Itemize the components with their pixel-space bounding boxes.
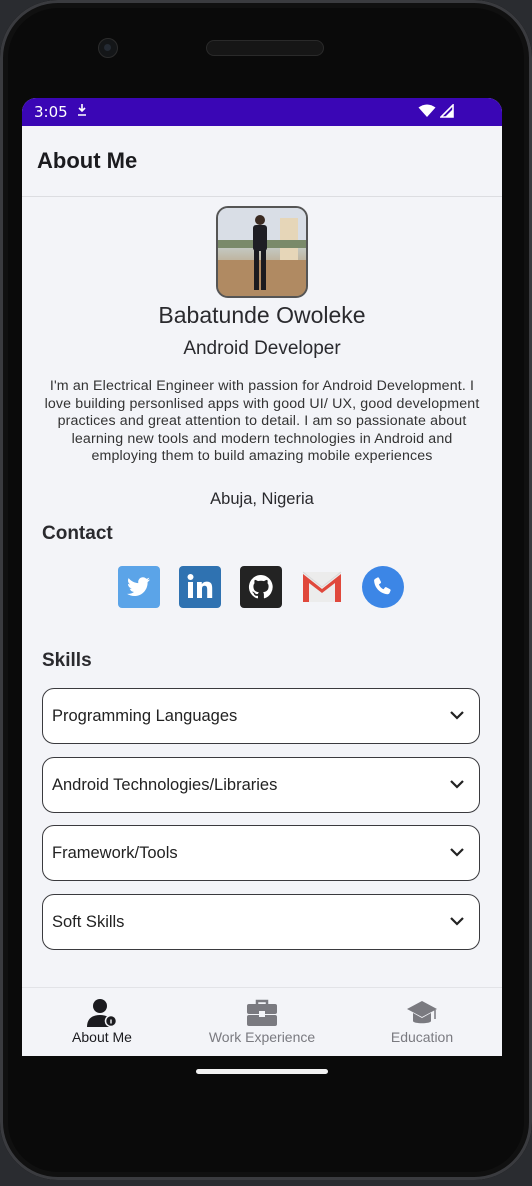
skill-label: Android Technologies/Libraries (52, 775, 278, 794)
phone-icon[interactable] (362, 566, 404, 608)
skill-soft-skills[interactable]: Soft Skills (42, 894, 480, 950)
profile-role: Android Developer (183, 338, 341, 359)
earpiece-speaker (206, 40, 324, 56)
front-camera (98, 38, 118, 58)
page-title: About Me (37, 148, 138, 173)
profile-bio: I'm an Electrical Engineer with passion … (44, 378, 480, 464)
skill-label: Framework/Tools (52, 843, 178, 862)
status-time: 3:05 (34, 103, 68, 121)
nav-label: Work Experience (208, 1029, 316, 1045)
wifi-icon (418, 104, 436, 122)
home-indicator[interactable] (196, 1069, 328, 1074)
contact-links (118, 566, 404, 608)
status-bar: 3:05 (22, 98, 502, 126)
skills-heading: Skills (42, 650, 92, 671)
profile-avatar (216, 206, 308, 298)
contact-heading: Contact (42, 523, 113, 544)
top-app-bar: About Me (22, 126, 502, 197)
profile-location: Abuja, Nigeria (210, 490, 314, 508)
profile-name: Babatunde Owoleke (158, 302, 366, 328)
skill-label: Programming Languages (52, 706, 238, 725)
skill-framework-tools[interactable]: Framework/Tools (42, 825, 480, 881)
skill-android-technologies[interactable]: Android Technologies/Libraries (42, 757, 480, 813)
chevron-down-icon (450, 780, 464, 789)
graduation-cap-icon (407, 1001, 437, 1024)
bottom-navigation: About Me Work Experience Education (22, 987, 502, 1056)
briefcase-icon (247, 999, 277, 1026)
github-icon[interactable] (240, 566, 282, 608)
skill-label: Soft Skills (52, 912, 125, 931)
chevron-down-icon (450, 917, 464, 926)
nav-label: Education (390, 1029, 454, 1045)
twitter-icon[interactable] (118, 566, 160, 608)
cell-signal-icon (439, 103, 454, 122)
linkedin-icon[interactable] (179, 566, 221, 608)
phone-frame: 3:05 About Me Babatunde Owoleke Android … (0, 0, 532, 1180)
app-screen: 3:05 About Me Babatunde Owoleke Android … (22, 98, 502, 1056)
nav-work-experience[interactable]: Work Experience (182, 988, 342, 1056)
chevron-down-icon (450, 848, 464, 857)
gmail-icon[interactable] (301, 566, 343, 608)
person-icon (87, 999, 118, 1028)
nav-about-me[interactable]: About Me (22, 988, 182, 1056)
profile-photo (218, 208, 306, 296)
download-notification-icon (76, 103, 88, 121)
nav-education[interactable]: Education (342, 988, 502, 1056)
chevron-down-icon (450, 711, 464, 720)
skill-programming-languages[interactable]: Programming Languages (42, 688, 480, 744)
nav-label: About Me (72, 1029, 132, 1045)
